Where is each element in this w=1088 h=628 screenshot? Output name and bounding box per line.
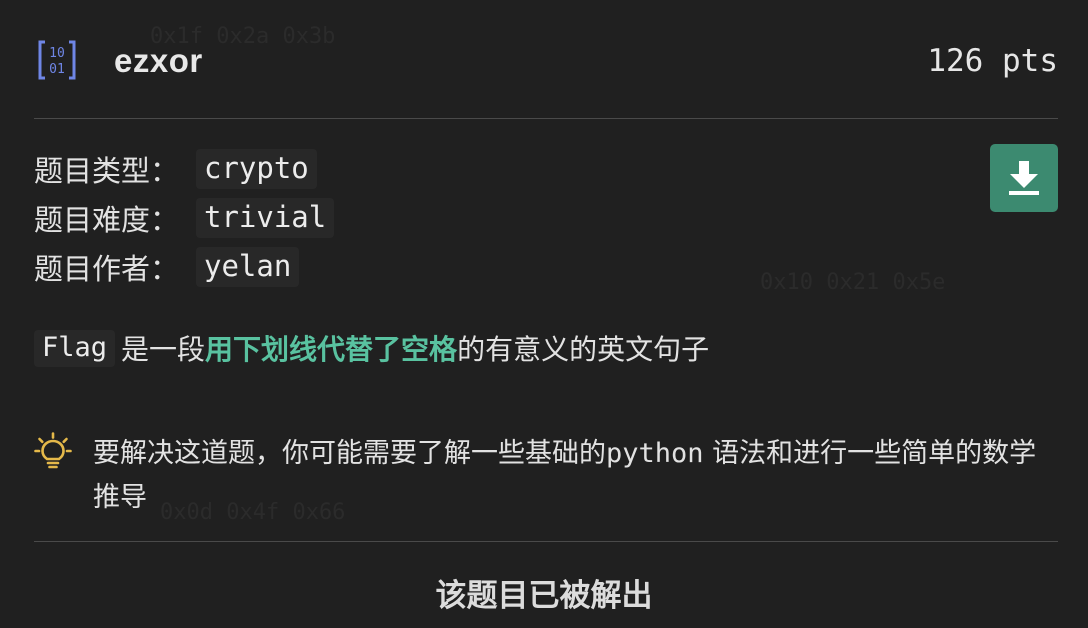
description-text-before: 是一段 (121, 333, 206, 366)
meta-row-category: 题目类型： crypto (34, 144, 334, 193)
challenge-points: 126 pts (927, 43, 1058, 79)
meta-value-category: crypto (196, 148, 317, 189)
svg-text:01: 01 (49, 62, 65, 77)
svg-text:10: 10 (49, 46, 65, 61)
meta-row-author: 题目作者： yelan (34, 242, 334, 291)
meta-row-difficulty: 题目难度： trivial (34, 193, 335, 242)
binary-icon: 10 01 (38, 40, 76, 80)
challenge-description: Flag 是一段 用下划线代替了空格 的有意义的英文句子 (34, 328, 709, 368)
lightbulb-icon (34, 432, 72, 469)
challenge-header: 10 01 ezxor 126 pts (34, 34, 1058, 86)
challenge-card: 0x1f 0x2a 0x3b 0x10 0x21 0x5e 0x0d 0x4f … (0, 0, 1088, 628)
hint-text-before: 要解决这道题，你可能需要了解一些基础的 (93, 438, 606, 469)
solved-status: 该题目已被解出 (435, 578, 653, 614)
meta-label-category: 题目类型： (34, 153, 180, 188)
hint-text: 要解决这道题，你可能需要了解一些基础的python 语法和进行一些简单的数学推导 (93, 432, 1058, 520)
meta-value-author: yelan (196, 246, 300, 287)
meta-label-difficulty: 题目难度： (34, 202, 180, 237)
download-icon (1009, 161, 1039, 195)
meta-label-author: 题目作者： (34, 251, 180, 286)
challenge-title: ezxor (114, 42, 203, 79)
description-text-after: 的有意义的英文句子 (457, 333, 710, 366)
background-watermark: 0x10 0x21 0x5e (760, 270, 946, 295)
description-highlight: 用下划线代替了空格 (205, 333, 458, 366)
header-divider (34, 118, 1058, 119)
download-button[interactable] (990, 144, 1058, 212)
challenge-meta: 题目类型： crypto 题目难度： trivial 题目作者： yelan (34, 144, 335, 291)
description-code-term: Flag (34, 329, 116, 367)
hint-code-term: python (606, 438, 704, 469)
footer-divider (34, 541, 1058, 542)
meta-value-difficulty: trivial (196, 197, 335, 238)
